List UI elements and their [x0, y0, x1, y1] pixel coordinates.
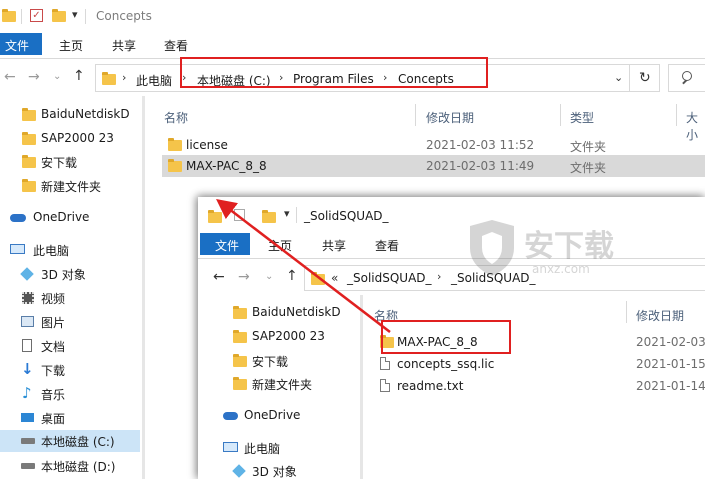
annotation-arrow — [216, 198, 391, 333]
